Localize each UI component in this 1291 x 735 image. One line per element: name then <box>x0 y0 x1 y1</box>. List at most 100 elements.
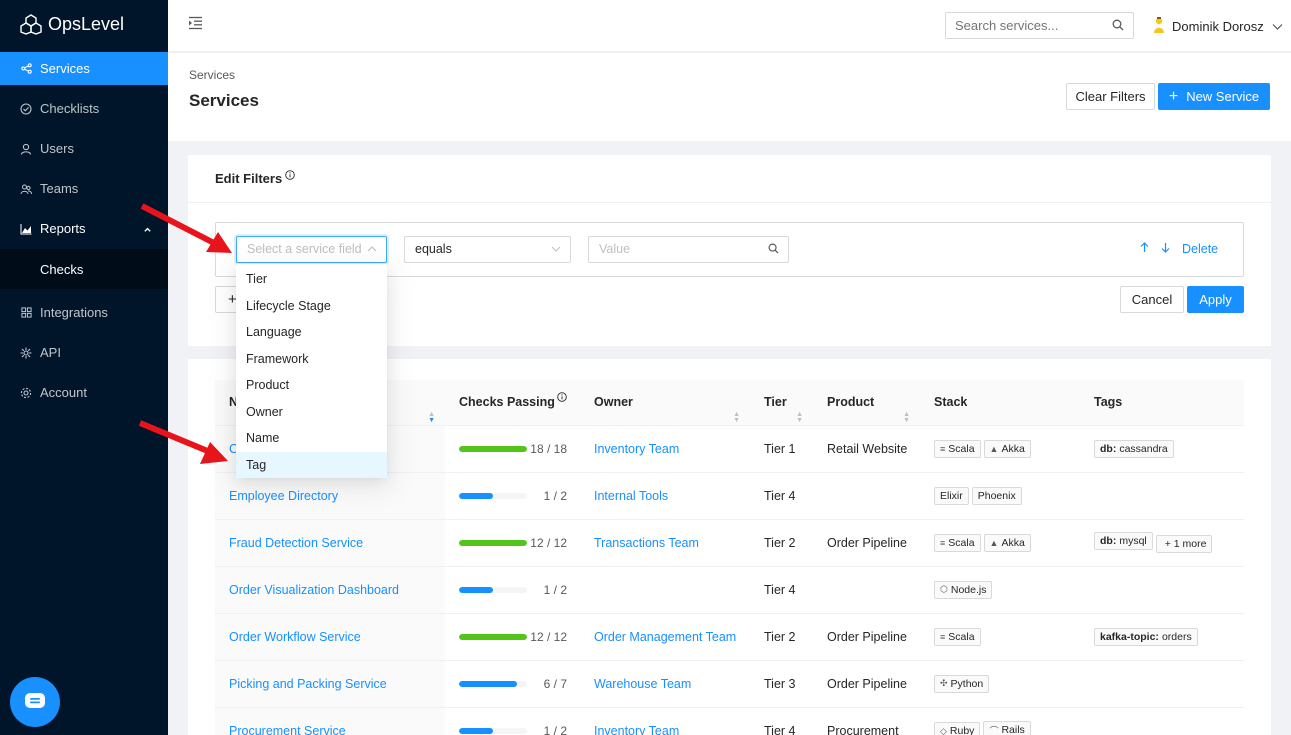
column-header-owner[interactable]: Owner ▲ ▼ <box>580 380 750 426</box>
product-cell: Retail Website <box>813 425 920 473</box>
stack-tag[interactable]: ⌒ Rails <box>983 721 1031 735</box>
service-tag[interactable]: db: mysql <box>1094 532 1153 550</box>
sort-icon: ▲ ▼ <box>733 411 740 425</box>
owner-link[interactable]: Order Management Team <box>594 630 736 644</box>
product-cell: Order Pipeline <box>813 519 920 567</box>
dropdown-option[interactable]: Language <box>236 319 387 346</box>
checks-cell: 1 / 2 <box>445 566 580 614</box>
tags-cell <box>1080 660 1244 708</box>
top-bar: Dominik Dorosz <box>168 0 1291 52</box>
progress-fill <box>459 539 527 546</box>
owner-link[interactable]: Inventory Team <box>594 442 679 456</box>
sidebar-item-users[interactable]: Users <box>0 132 168 165</box>
stack-tag[interactable]: ⬡ Node.js <box>934 580 993 599</box>
stack-tag[interactable]: ≡ Scala <box>934 439 981 458</box>
stack-tag[interactable]: ≡ Scala <box>934 627 981 646</box>
value-input[interactable]: Value <box>588 236 789 263</box>
dropdown-option[interactable]: Tag <box>236 451 387 478</box>
app-logo[interactable]: OpsLevel <box>0 0 168 48</box>
checks-progress-bar <box>459 539 527 546</box>
product-value: Procurement <box>827 723 899 735</box>
sidebar-item-api[interactable]: API <box>0 336 168 369</box>
column-header-tier[interactable]: Tier ▲ ▼ <box>750 380 813 426</box>
stack-tag[interactable]: Elixir <box>934 486 969 505</box>
stack-tag-label: Ruby <box>949 725 975 735</box>
checks-progress-bar <box>459 445 527 452</box>
column-label: Tags <box>1094 395 1123 410</box>
cancel-button[interactable]: Cancel <box>1120 286 1184 313</box>
stack-cell: ≡ Scala ▲ Akka <box>920 519 1080 567</box>
tech-icon: ≡ <box>940 443 946 454</box>
table-row[interactable]: Picking and Packing Service 6 / 7 Wareho… <box>215 660 1244 708</box>
operator-select[interactable]: equals <box>404 236 571 263</box>
column-header-product[interactable]: Product ▲ ▼ <box>813 380 920 426</box>
owner-link[interactable]: Inventory Team <box>594 724 679 735</box>
service-tag[interactable]: kafka-topic: orders <box>1094 627 1198 646</box>
new-service-button[interactable]: + New Service <box>1158 83 1270 110</box>
service-name-link[interactable]: Picking and Packing Service <box>229 677 387 691</box>
new-service-label: New Service <box>1186 89 1260 104</box>
table-row[interactable]: Fraud Detection Service 12 / 12 Transact… <box>215 519 1244 567</box>
clear-filters-button[interactable]: Clear Filters <box>1066 83 1155 110</box>
tier-cell: Tier 4 <box>750 566 813 614</box>
dropdown-option[interactable]: Framework <box>236 346 387 373</box>
stack-tag[interactable]: ≡ Scala <box>934 533 981 552</box>
service-name-link[interactable]: Order Visualization Dashboard <box>229 583 399 597</box>
service-field-dropdown: Tier Lifecycle Stage Language Framework Prod… <box>236 264 387 478</box>
dropdown-option[interactable]: Name <box>236 425 387 452</box>
owner-cell <box>580 566 750 614</box>
search-input[interactable] <box>945 12 1134 39</box>
tier-value: Tier 4 <box>764 582 796 597</box>
service-name-link[interactable]: Employee Directory <box>229 489 338 503</box>
table-row[interactable]: Order Visualization Dashboard 1 / 2 Tier… <box>215 566 1244 614</box>
tier-cell: Tier 4 <box>750 707 813 735</box>
sidebar-item-account[interactable]: Account <box>0 376 168 409</box>
dropdown-option[interactable]: Product <box>236 372 387 399</box>
chat-widget-button[interactable] <box>10 677 60 727</box>
arrow-up-icon[interactable] <box>1140 242 1149 256</box>
stack-tag[interactable]: ▲ Akka <box>983 533 1031 552</box>
service-name-link[interactable]: Fraud Detection Service <box>229 536 363 550</box>
owner-link[interactable]: Transactions Team <box>594 536 699 550</box>
stack-tag[interactable]: Phoenix <box>971 486 1022 505</box>
info-icon[interactable] <box>557 391 567 405</box>
api-icon <box>20 347 32 359</box>
owner-link[interactable]: Warehouse Team <box>594 677 691 691</box>
service-tag[interactable]: + 1 more <box>1155 535 1213 553</box>
info-icon[interactable] <box>285 168 295 186</box>
stack-tag-label: Scala <box>948 442 975 455</box>
service-field-select[interactable]: Select a service field <box>236 236 387 263</box>
stack-tag[interactable]: ✣ Python <box>934 674 990 693</box>
apply-button[interactable]: Apply <box>1187 286 1244 313</box>
table-row[interactable]: Order Workflow Service 12 / 12 Order Man… <box>215 613 1244 661</box>
stack-tag[interactable]: ◇ Ruby <box>934 722 981 735</box>
sort-icon: ▲ ▼ <box>903 411 910 425</box>
product-value: Order Pipeline <box>827 676 907 691</box>
sidebar-item-integrations[interactable]: Integrations <box>0 296 168 329</box>
tech-icon: ▲ <box>989 443 999 454</box>
menu-fold-icon[interactable] <box>188 16 203 33</box>
tags-cell: db: mysql + 1 more <box>1080 519 1244 567</box>
delete-filter-link[interactable]: Delete <box>1182 242 1218 256</box>
service-name-link[interactable]: Procurement Service <box>229 724 346 735</box>
user-name: Dominik Dorosz <box>1172 19 1264 34</box>
sidebar-item-checklists[interactable]: Checklists <box>0 92 168 125</box>
stack-tag[interactable]: ▲ Akka <box>983 439 1031 458</box>
service-tag[interactable]: db: cassandra <box>1094 439 1174 458</box>
owner-link[interactable]: Internal Tools <box>594 489 668 503</box>
stack-tag-label: Akka <box>1001 442 1025 455</box>
user-icon <box>20 143 32 155</box>
dropdown-option[interactable]: Tier <box>236 266 387 293</box>
table-row[interactable]: Employee Directory 1 / 2 Internal Tools … <box>215 472 1244 520</box>
search-icon[interactable] <box>1112 19 1124 34</box>
service-name-link[interactable]: Order Workflow Service <box>229 630 361 644</box>
dropdown-option[interactable]: Lifecycle Stage <box>236 293 387 320</box>
user-menu[interactable]: Dominik Dorosz <box>1152 16 1283 37</box>
dropdown-option[interactable]: Owner <box>236 399 387 426</box>
arrow-down-icon[interactable] <box>1161 242 1170 256</box>
sidebar-item-services[interactable]: Services <box>0 52 168 85</box>
sidebar-item-label: Checks <box>40 261 84 277</box>
table-row[interactable]: Procurement Service 1 / 2 Inventory Team… <box>215 707 1244 735</box>
stack-cell: Elixir Phoenix <box>920 472 1080 520</box>
breadcrumb[interactable]: Services <box>189 68 235 82</box>
